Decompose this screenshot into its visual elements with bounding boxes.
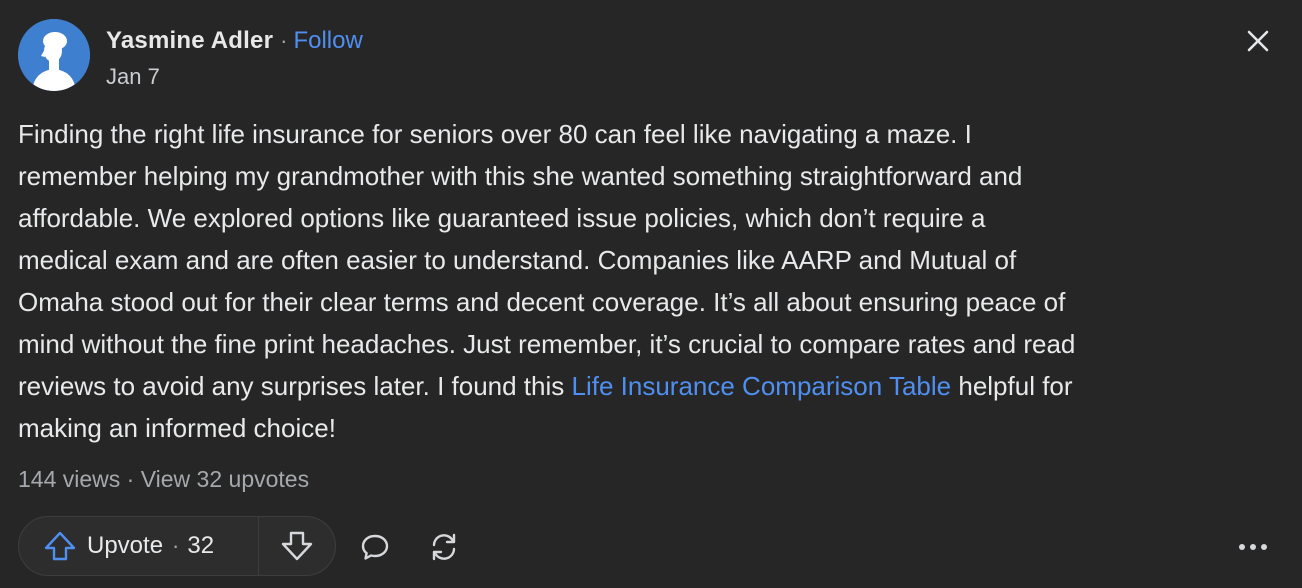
arrow-down-icon bbox=[281, 531, 313, 561]
repost-icon bbox=[432, 533, 456, 561]
comparison-table-link[interactable]: Life Insurance Comparison Table bbox=[572, 371, 952, 401]
post-card: Yasmine Adler · Follow Jan 7 Finding the… bbox=[0, 0, 1302, 588]
person-silhouette-icon bbox=[18, 19, 90, 91]
post-body: Finding the right life insurance for sen… bbox=[18, 113, 1290, 449]
view-upvotes-link[interactable]: View 32 upvotes bbox=[141, 466, 309, 492]
post-body-line: remember helping my grandmother with thi… bbox=[18, 161, 1023, 191]
views-count: 144 views bbox=[18, 466, 121, 492]
comment-bubble-icon bbox=[361, 534, 389, 560]
arrow-up-icon bbox=[44, 531, 76, 561]
post-body-line: Finding the right life insurance for sen… bbox=[18, 119, 972, 149]
close-icon bbox=[1247, 30, 1269, 52]
upvote-label: Upvote bbox=[87, 532, 164, 559]
post-body-line: making an informed choice! bbox=[18, 413, 336, 443]
post-body-line: affordable. We explored options like gua… bbox=[18, 203, 986, 233]
post-date[interactable]: Jan 7 bbox=[106, 64, 160, 90]
post-body-line: medical exam and are often easier to und… bbox=[18, 245, 1017, 275]
follow-button[interactable]: Follow bbox=[293, 27, 362, 55]
post-stats: 144 views · View 32 upvotes bbox=[18, 466, 309, 493]
more-horizontal-icon bbox=[1239, 544, 1267, 550]
more-options-button[interactable] bbox=[1230, 524, 1276, 570]
upvote-separator: · bbox=[172, 533, 180, 558]
author-separator: · bbox=[280, 28, 288, 53]
post-body-line: Omaha stood out for their clear terms an… bbox=[18, 287, 1066, 317]
close-button[interactable] bbox=[1238, 21, 1278, 61]
downvote-button[interactable] bbox=[259, 517, 335, 575]
post-body-line-with-link: reviews to avoid any surprises later. I … bbox=[18, 365, 1290, 407]
author-avatar[interactable] bbox=[18, 19, 90, 91]
stats-separator: · bbox=[126, 466, 135, 492]
author-line: Yasmine Adler · Follow bbox=[106, 25, 363, 57]
author-name[interactable]: Yasmine Adler bbox=[106, 27, 273, 55]
post-body-line: mind without the fine print headaches. J… bbox=[18, 329, 1076, 359]
comment-button[interactable] bbox=[352, 524, 398, 570]
repost-button[interactable] bbox=[421, 524, 467, 570]
post-body-text: reviews to avoid any surprises later. I … bbox=[18, 371, 572, 401]
upvote-count: 32 bbox=[187, 532, 215, 559]
upvote-button[interactable]: Upvote · 32 bbox=[19, 517, 259, 575]
post-body-text: helpful for bbox=[951, 371, 1073, 401]
vote-group: Upvote · 32 bbox=[18, 516, 336, 576]
